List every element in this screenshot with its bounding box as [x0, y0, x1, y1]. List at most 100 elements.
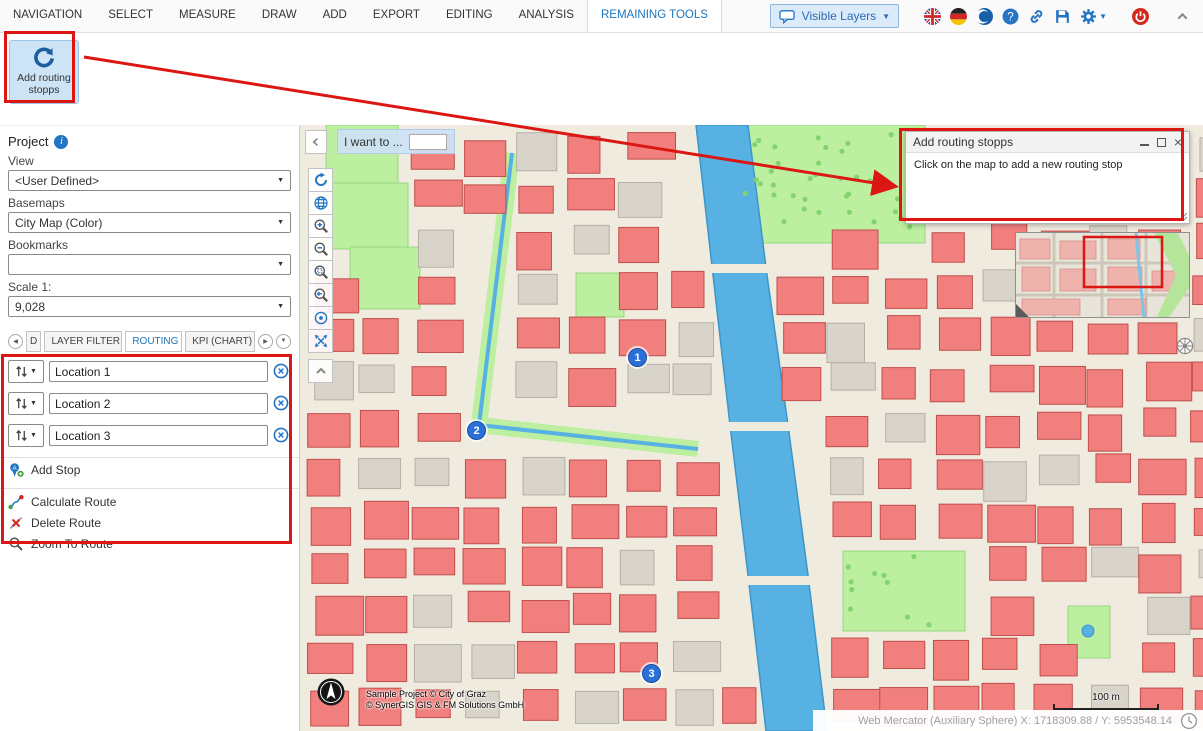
i-want-to-input[interactable]: [409, 134, 447, 150]
map-copyright: Sample Project © City of Graz © SynerGIS…: [366, 689, 524, 711]
add-routing-stopps-button[interactable]: Add routing stopps: [9, 40, 79, 104]
scale-label: Scale 1:: [8, 281, 291, 294]
routing-stop-input-1[interactable]: [49, 361, 268, 382]
refresh-map-icon[interactable]: [308, 168, 333, 192]
minimize-icon[interactable]: [1140, 138, 1149, 146]
collapse-toolbar-icon[interactable]: [308, 359, 333, 383]
tabs-menu-icon[interactable]: ▼: [276, 334, 291, 349]
view-select-value: <User Defined>: [15, 174, 99, 188]
routing-stop-input-2[interactable]: [49, 393, 268, 414]
layers-bubble-icon: [779, 8, 796, 25]
routing-stop-row-3: ▼: [8, 424, 291, 447]
bookmarks-select[interactable]: ▼: [8, 254, 291, 275]
i-want-to-widget[interactable]: I want to ...: [337, 129, 455, 154]
center-map-icon[interactable]: [308, 306, 333, 330]
calculate-route-icon: [8, 494, 24, 510]
add-stop-icon: A: [8, 462, 24, 478]
route-marker-1[interactable]: 1: [628, 348, 647, 367]
save-project-icon[interactable]: [1054, 8, 1071, 25]
overview-map[interactable]: [1015, 232, 1190, 318]
remove-stop-icon-2[interactable]: [273, 395, 291, 413]
stop-options-dropdown-2[interactable]: ▼: [8, 392, 44, 415]
remove-stop-icon-1[interactable]: [273, 363, 291, 381]
tab-truncated[interactable]: D: [26, 331, 41, 352]
settings-gear-icon[interactable]: ▼: [1080, 8, 1107, 25]
stop-options-dropdown-3[interactable]: ▼: [8, 424, 44, 447]
add-routing-stopps-dialog: Add routing stopps × Click on the map to…: [905, 131, 1190, 224]
close-icon[interactable]: ×: [1174, 135, 1182, 149]
view-select[interactable]: <User Defined>▼: [8, 170, 291, 191]
menu-tab-draw[interactable]: DRAW: [249, 0, 310, 32]
info-icon[interactable]: i: [54, 135, 68, 149]
route-marker-3[interactable]: 3: [642, 664, 661, 683]
resize-handle[interactable]: [1178, 212, 1188, 222]
dialog-titlebar[interactable]: Add routing stopps ×: [906, 132, 1189, 153]
compass-icon[interactable]: [1176, 337, 1194, 355]
menu-tab-analysis[interactable]: ANALYSIS: [506, 0, 587, 32]
tabs-scroll-right-icon[interactable]: ▶: [258, 334, 273, 349]
menu-tab-add[interactable]: ADD: [310, 0, 360, 32]
pan-extent-arrows-icon[interactable]: [308, 329, 333, 353]
sidebar-panel: Project i View <User Defined>▼ Basemaps …: [0, 125, 300, 731]
zoom-to-route-button[interactable]: Zoom To Route: [8, 535, 291, 552]
sidebar-tabstrip: ◀ D LAYER FILTER ROUTING KPI (CHART) ▶ ▼: [8, 330, 291, 352]
menu-tab-navigation[interactable]: NAVIGATION: [0, 0, 95, 32]
delete-route-label: Delete Route: [31, 516, 101, 530]
tab-layer-filter[interactable]: LAYER FILTER: [44, 331, 122, 352]
calculate-route-button[interactable]: Calculate Route: [8, 493, 291, 510]
divider: [0, 457, 299, 458]
stop-options-dropdown-1[interactable]: ▼: [8, 360, 44, 383]
help-icon[interactable]: ?: [1002, 8, 1019, 25]
add-stop-button[interactable]: A Add Stop: [8, 461, 291, 478]
brand-circle-icon[interactable]: [976, 8, 993, 25]
zoom-window-icon[interactable]: [308, 260, 333, 284]
maximize-icon[interactable]: [1157, 138, 1166, 147]
menu-tab-editing[interactable]: EDITING: [433, 0, 506, 32]
visible-layers-button[interactable]: Visible Layers ▼: [770, 4, 899, 28]
collapse-sidebar-icon[interactable]: [305, 130, 327, 154]
language-german-flag-icon[interactable]: [950, 8, 967, 25]
zoom-to-route-label: Zoom To Route: [31, 537, 113, 551]
menu-tab-select[interactable]: SELECT: [95, 0, 166, 32]
language-english-flag-icon[interactable]: [924, 8, 941, 25]
zoom-previous-icon[interactable]: [308, 283, 333, 307]
chevron-down-icon: ▼: [277, 219, 284, 226]
share-link-icon[interactable]: [1028, 8, 1045, 25]
zoom-out-icon[interactable]: [308, 237, 333, 261]
project-header: Project i: [8, 134, 291, 149]
menu-tab-remaining-tools[interactable]: REMAINING TOOLS: [587, 0, 722, 32]
menu-tab-measure[interactable]: MEASURE: [166, 0, 249, 32]
map-toolbar: [308, 169, 333, 383]
tab-kpi-chart[interactable]: KPI (CHART): [185, 331, 255, 352]
full-extent-globe-icon[interactable]: [308, 191, 333, 215]
header-controls: Visible Layers ▼ ?: [770, 4, 1203, 28]
zoom-in-icon[interactable]: [308, 214, 333, 238]
tab-routing[interactable]: ROUTING: [125, 331, 182, 352]
exit-power-icon[interactable]: [1132, 8, 1149, 25]
delete-route-button[interactable]: Delete Route: [8, 514, 291, 531]
route-actions: Calculate Route Delete Route Zoom To Rou…: [8, 493, 291, 552]
collapse-ribbon-icon[interactable]: [1174, 8, 1191, 25]
chevron-down-icon: ▼: [30, 432, 37, 439]
routing-panel: ▼ ▼ ▼: [8, 360, 291, 552]
delete-route-icon: [8, 515, 24, 531]
i-want-to-label: I want to ...: [344, 135, 403, 149]
svg-text:?: ?: [1007, 10, 1014, 23]
route-marker-2[interactable]: 2: [467, 421, 486, 440]
routing-stop-input-3[interactable]: [49, 425, 268, 446]
basemaps-select[interactable]: City Map (Color)▼: [8, 212, 291, 233]
view-label: View: [8, 155, 291, 168]
history-clock-icon[interactable]: [1180, 712, 1198, 730]
tabs-scroll-left-icon[interactable]: ◀: [8, 334, 23, 349]
overview-map-canvas: [1016, 233, 1190, 318]
routing-circular-arrow-icon: [32, 46, 56, 70]
routing-stop-row-2: ▼: [8, 392, 291, 415]
menu-tabs: NAVIGATION SELECT MEASURE DRAW ADD EXPOR…: [0, 0, 722, 32]
overview-collapse-icon[interactable]: [1016, 304, 1029, 317]
remove-stop-icon-3[interactable]: [273, 427, 291, 445]
zoom-to-route-icon: [8, 536, 24, 552]
sort-arrows-icon: [15, 397, 28, 410]
scale-select[interactable]: 9,028▼: [8, 296, 291, 317]
calculate-route-label: Calculate Route: [31, 495, 116, 509]
menu-tab-export[interactable]: EXPORT: [360, 0, 433, 32]
